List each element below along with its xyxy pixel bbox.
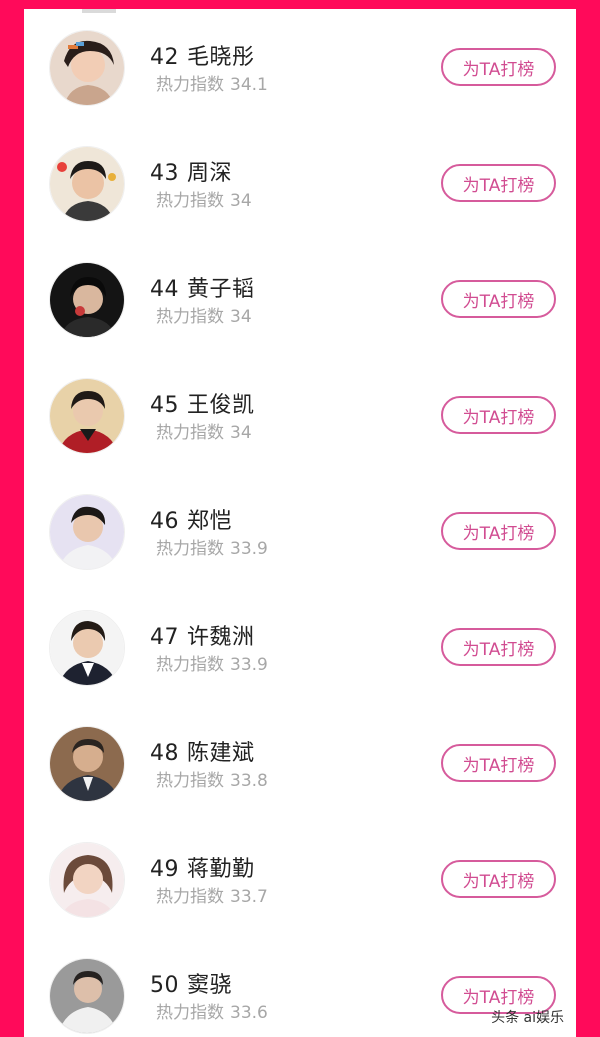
heat-index: 热力指数 33.9 [156, 650, 268, 675]
heat-index: 热力指数 34 [156, 302, 252, 327]
avatar[interactable] [49, 378, 125, 454]
rank-number: 47 [150, 625, 179, 650]
rank-and-name: 47 许魏洲 [150, 619, 255, 651]
heat-index: 热力指数 34.1 [156, 70, 268, 95]
ranking-row: 45 王俊凯 热力指数 34 为TA打榜 [24, 357, 576, 473]
ranking-row: 42 毛晓彤 热力指数 34.1 为TA打榜 [24, 9, 576, 125]
heat-value: 33.7 [230, 887, 268, 907]
celebrity-name: 周深 [187, 161, 233, 186]
rank-number: 49 [150, 857, 179, 882]
heat-value: 33.8 [230, 771, 268, 791]
rank-and-name: 45 王俊凯 [150, 387, 255, 419]
rank-number: 46 [150, 509, 179, 534]
rank-number: 45 [150, 393, 179, 418]
heat-value: 34 [230, 307, 252, 327]
celebrity-name: 王俊凯 [187, 393, 255, 418]
avatar[interactable] [49, 726, 125, 802]
ranking-row: 46 郑恺 热力指数 33.9 为TA打榜 [24, 473, 576, 589]
heat-label: 热力指数 [156, 423, 224, 443]
heat-label: 热力指数 [156, 655, 224, 675]
ranking-row: 49 蒋勤勤 热力指数 33.7 为TA打榜 [24, 821, 576, 937]
vote-button[interactable]: 为TA打榜 [441, 628, 556, 666]
heat-label: 热力指数 [156, 771, 224, 791]
heat-value: 34 [230, 191, 252, 211]
heat-value: 34 [230, 423, 252, 443]
heat-index: 热力指数 33.9 [156, 534, 268, 559]
avatar[interactable] [49, 262, 125, 338]
heat-index: 热力指数 33.8 [156, 766, 268, 791]
rank-and-name: 50 窦骁 [150, 967, 232, 999]
avatar[interactable] [49, 842, 125, 918]
rank-and-name: 42 毛晓彤 [150, 39, 255, 71]
vote-button[interactable]: 为TA打榜 [441, 396, 556, 434]
celebrity-name: 蒋勤勤 [187, 857, 255, 882]
avatar[interactable] [49, 958, 125, 1034]
rank-and-name: 49 蒋勤勤 [150, 851, 255, 883]
rank-and-name: 46 郑恺 [150, 503, 232, 535]
avatar[interactable] [49, 610, 125, 686]
avatar[interactable] [49, 494, 125, 570]
vote-button[interactable]: 为TA打榜 [441, 744, 556, 782]
vote-button[interactable]: 为TA打榜 [441, 512, 556, 550]
rank-number: 50 [150, 973, 179, 998]
heat-label: 热力指数 [156, 307, 224, 327]
ranking-row: 43 周深 热力指数 34 为TA打榜 [24, 125, 576, 241]
celebrity-name: 毛晓彤 [187, 45, 255, 70]
ranking-row: 48 陈建斌 热力指数 33.8 为TA打榜 [24, 705, 576, 821]
rank-number: 48 [150, 741, 179, 766]
vote-button[interactable]: 为TA打榜 [441, 860, 556, 898]
rank-number: 42 [150, 45, 179, 70]
heat-value: 33.9 [230, 655, 268, 675]
heat-index: 热力指数 34 [156, 418, 252, 443]
heat-value: 34.1 [230, 75, 268, 95]
rank-and-name: 44 黄子韬 [150, 271, 255, 303]
avatar[interactable] [49, 30, 125, 106]
ranking-row: 44 黄子韬 热力指数 34 为TA打榜 [24, 241, 576, 357]
rank-and-name: 43 周深 [150, 155, 232, 187]
rank-number: 43 [150, 161, 179, 186]
heat-label: 热力指数 [156, 887, 224, 907]
heat-index: 热力指数 33.7 [156, 882, 268, 907]
heat-label: 热力指数 [156, 1003, 224, 1023]
avatar[interactable] [49, 146, 125, 222]
ranking-row: 47 许魏洲 热力指数 33.9 为TA打榜 [24, 589, 576, 705]
vote-button[interactable]: 为TA打榜 [441, 164, 556, 202]
heat-index: 热力指数 34 [156, 186, 252, 211]
source-watermark: 头条 ai娱乐 [491, 1010, 564, 1026]
celebrity-name: 陈建斌 [187, 741, 255, 766]
celebrity-name: 窦骁 [187, 973, 233, 998]
celebrity-name: 许魏洲 [187, 625, 255, 650]
rank-number: 44 [150, 277, 179, 302]
heat-label: 热力指数 [156, 75, 224, 95]
heat-value: 33.9 [230, 539, 268, 559]
heat-label: 热力指数 [156, 191, 224, 211]
ranking-list-panel: 42 毛晓彤 热力指数 34.1 为TA打榜 43 周深 热力指数 34 为TA打榜 4… [24, 9, 576, 1037]
heat-label: 热力指数 [156, 539, 224, 559]
vote-button[interactable]: 为TA打榜 [441, 280, 556, 318]
celebrity-name: 黄子韬 [187, 277, 255, 302]
rank-and-name: 48 陈建斌 [150, 735, 255, 767]
heat-value: 33.6 [230, 1003, 268, 1023]
heat-index: 热力指数 33.6 [156, 998, 268, 1023]
celebrity-name: 郑恺 [187, 509, 233, 534]
vote-button[interactable]: 为TA打榜 [441, 48, 556, 86]
